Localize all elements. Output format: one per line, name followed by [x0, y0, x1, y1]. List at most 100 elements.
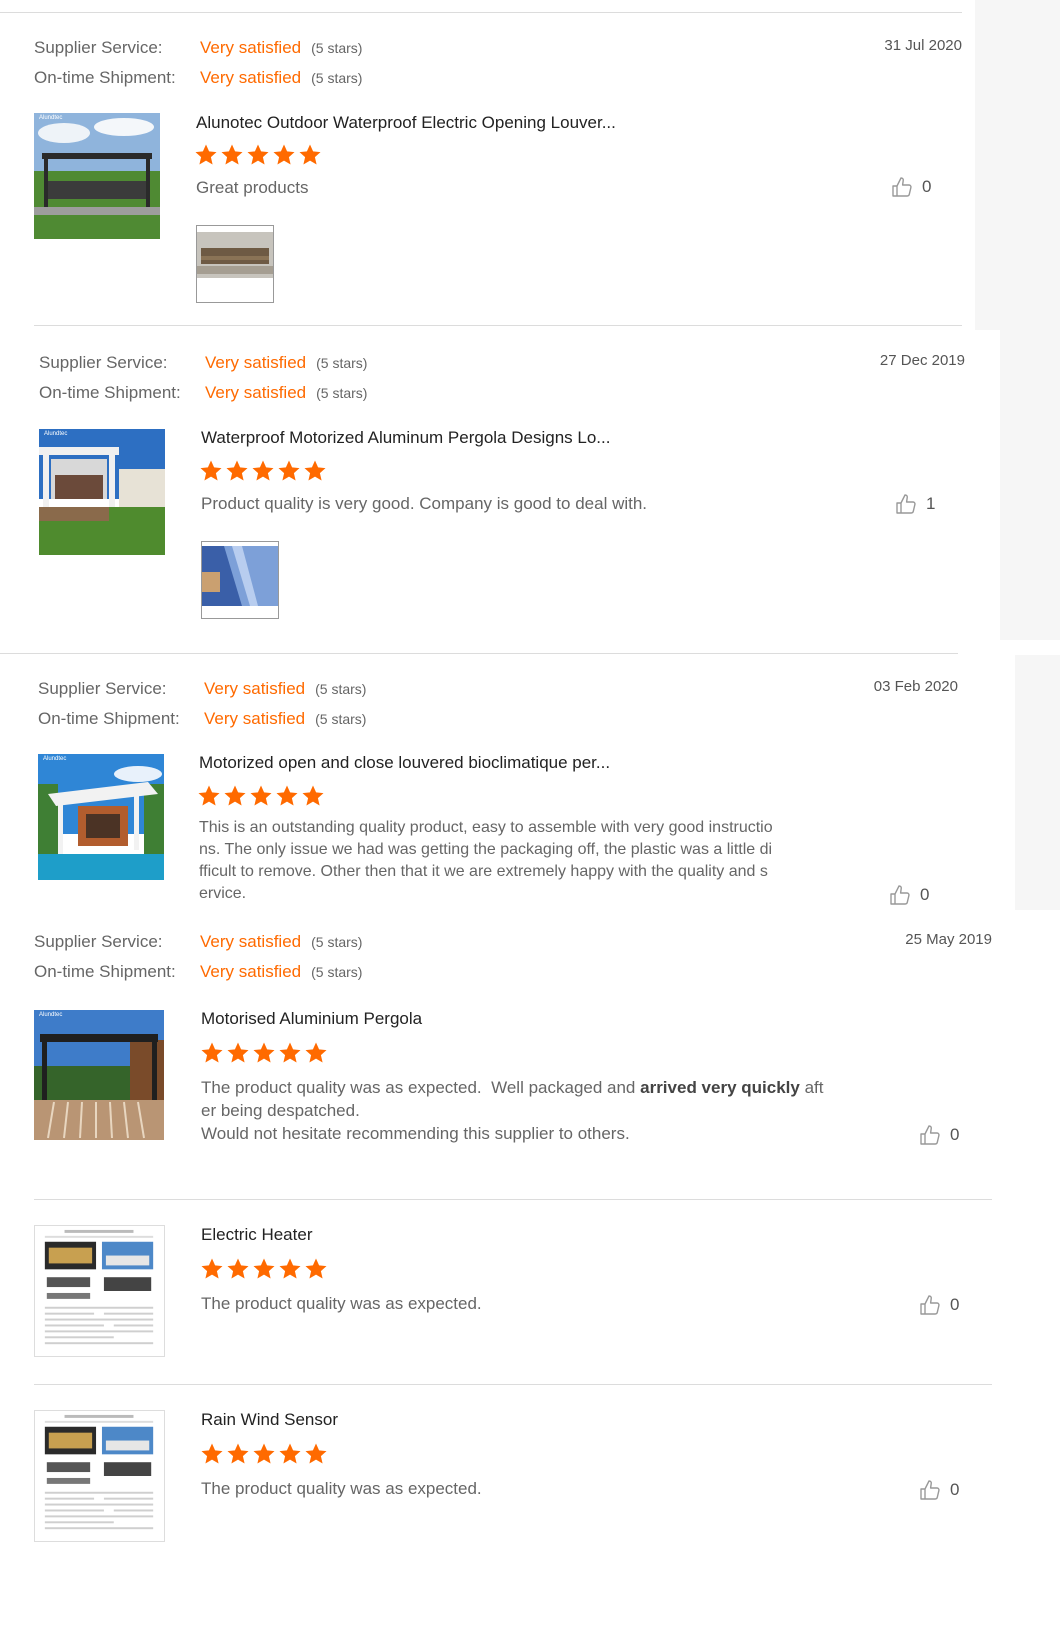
comment-line: The product quality was as expected. Wel…: [201, 1076, 861, 1099]
product-title-link[interactable]: Motorised Aluminium Pergola: [201, 1009, 422, 1029]
shipment-value: Very satisfied: [200, 962, 302, 981]
star-icon: [253, 1042, 275, 1063]
star-icon: [276, 785, 298, 806]
comment-line: Would not hesitate recommending this sup…: [201, 1124, 630, 1143]
thumbs-up-icon: [890, 885, 910, 905]
star-icon: [201, 1042, 223, 1063]
star-icon: [253, 1443, 275, 1464]
divider: [0, 12, 962, 13]
like-button[interactable]: 0: [890, 175, 931, 199]
like-button[interactable]: 0: [918, 1293, 959, 1317]
supplier-service-value: Very satisfied: [204, 679, 306, 698]
review-date: 25 May 2019: [905, 931, 992, 948]
product-title-link[interactable]: Waterproof Motorized Aluminum Pergola De…: [201, 428, 610, 448]
like-button[interactable]: 0: [888, 883, 929, 907]
review-comment: Great products: [196, 178, 309, 197]
divider: [34, 1384, 992, 1385]
review-item: Supplier Service: Very satisfied (5 star…: [34, 924, 994, 1174]
page-edge-strip: [975, 0, 1060, 330]
thumbs-up-icon: [896, 494, 916, 514]
shipment-row: On-time Shipment: Very satisfied (5 star…: [38, 709, 366, 729]
star-icon: [250, 785, 272, 806]
comment-line: ns. The only issue we had was getting th…: [199, 841, 773, 858]
rating-stars: [200, 1257, 328, 1281]
star-icon: [279, 1042, 301, 1063]
review-item: Electric Heater The product quality was …: [34, 1225, 994, 1365]
logo-text: Alundtec: [43, 756, 67, 762]
comment-line: er being despatched.: [201, 1101, 360, 1120]
shipment-label: On-time Shipment:: [34, 962, 176, 981]
logo-text: Alundtec: [44, 431, 68, 437]
review-photo[interactable]: [196, 225, 274, 303]
thumbs-up-icon: [892, 177, 912, 197]
shipment-row: On-time Shipment: Very satisfied (5 star…: [39, 383, 367, 403]
product-thumbnail[interactable]: Alundtec: [38, 754, 164, 880]
supplier-service-value: Very satisfied: [205, 353, 307, 372]
like-button[interactable]: 0: [918, 1123, 959, 1147]
shipment-value: Very satisfied: [204, 709, 306, 728]
shipment-stars: (5 stars): [315, 711, 367, 727]
review-comment: This is an outstanding quality product, …: [199, 817, 839, 905]
product-title-link[interactable]: Motorized open and close louvered biocli…: [199, 753, 610, 773]
product-thumbnail[interactable]: Alundtec: [34, 1010, 164, 1140]
review-item: Supplier Service: Very satisfied (5 star…: [34, 30, 964, 320]
logo-text: Alundtec: [39, 115, 63, 121]
supplier-service-label: Supplier Service:: [39, 353, 168, 372]
star-icon: [304, 460, 326, 481]
thumbs-up-icon: [920, 1295, 940, 1315]
like-button[interactable]: 0: [918, 1478, 959, 1502]
star-icon: [224, 785, 246, 806]
star-icon: [305, 1443, 327, 1464]
star-icon: [273, 144, 295, 165]
star-icon: [221, 144, 243, 165]
comment-line: ervice.: [199, 885, 247, 902]
thumbs-up-icon: [920, 1480, 940, 1500]
star-icon: [302, 785, 324, 806]
shipment-stars: (5 stars): [311, 964, 363, 980]
shipment-label: On-time Shipment:: [34, 68, 176, 87]
rating-stars: [197, 784, 325, 808]
shipment-stars: (5 stars): [311, 70, 363, 86]
star-icon: [253, 1258, 275, 1279]
supplier-service-row: Supplier Service: Very satisfied (5 star…: [34, 38, 362, 58]
review-comment: Product quality is very good. Company is…: [201, 494, 648, 513]
star-icon: [305, 1042, 327, 1063]
comment-highlight: arrived very quickly: [640, 1078, 800, 1097]
review-date: 31 Jul 2020: [884, 37, 962, 54]
product-thumbnail[interactable]: Alundtec: [34, 113, 160, 239]
supplier-service-stars: (5 stars): [316, 355, 368, 371]
rating-stars: [200, 1442, 328, 1466]
thumbs-up-icon: [920, 1125, 940, 1145]
rating-stars: [199, 459, 327, 483]
supplier-service-value: Very satisfied: [200, 932, 302, 951]
review-photo[interactable]: [201, 541, 279, 619]
supplier-service-stars: (5 stars): [315, 681, 367, 697]
product-title-link[interactable]: Electric Heater: [201, 1225, 312, 1245]
like-count: 0: [950, 1480, 960, 1499]
star-icon: [299, 144, 321, 165]
review-date: 27 Dec 2019: [879, 352, 965, 369]
shipment-stars: (5 stars): [316, 385, 368, 401]
comment-line: This is an outstanding quality product, …: [199, 819, 773, 836]
shipment-row: On-time Shipment: Very satisfied (5 star…: [34, 68, 362, 88]
star-icon: [201, 1258, 223, 1279]
product-title-link[interactable]: Alunotec Outdoor Waterproof Electric Ope…: [196, 113, 616, 133]
product-title-link[interactable]: Rain Wind Sensor: [201, 1410, 338, 1430]
page-edge-strip: [1015, 655, 1060, 910]
review-date: 03 Feb 2020: [873, 678, 958, 695]
product-thumbnail[interactable]: [34, 1410, 165, 1542]
product-thumbnail[interactable]: Alundtec: [39, 429, 165, 555]
review-item: Supplier Service: Very satisfied (5 star…: [39, 345, 969, 635]
divider: [34, 325, 962, 326]
like-button[interactable]: 1: [894, 492, 935, 516]
rating-stars: [194, 143, 322, 167]
star-icon: [227, 1042, 249, 1063]
shipment-value: Very satisfied: [205, 383, 307, 402]
star-icon: [200, 460, 222, 481]
like-count: 0: [950, 1125, 960, 1144]
review-item: Rain Wind Sensor The product quality was…: [34, 1410, 994, 1550]
product-thumbnail[interactable]: [34, 1225, 165, 1357]
like-count: 0: [922, 177, 932, 196]
review-comment: The product quality was as expected.: [201, 1479, 482, 1498]
shipment-value: Very satisfied: [200, 68, 302, 87]
